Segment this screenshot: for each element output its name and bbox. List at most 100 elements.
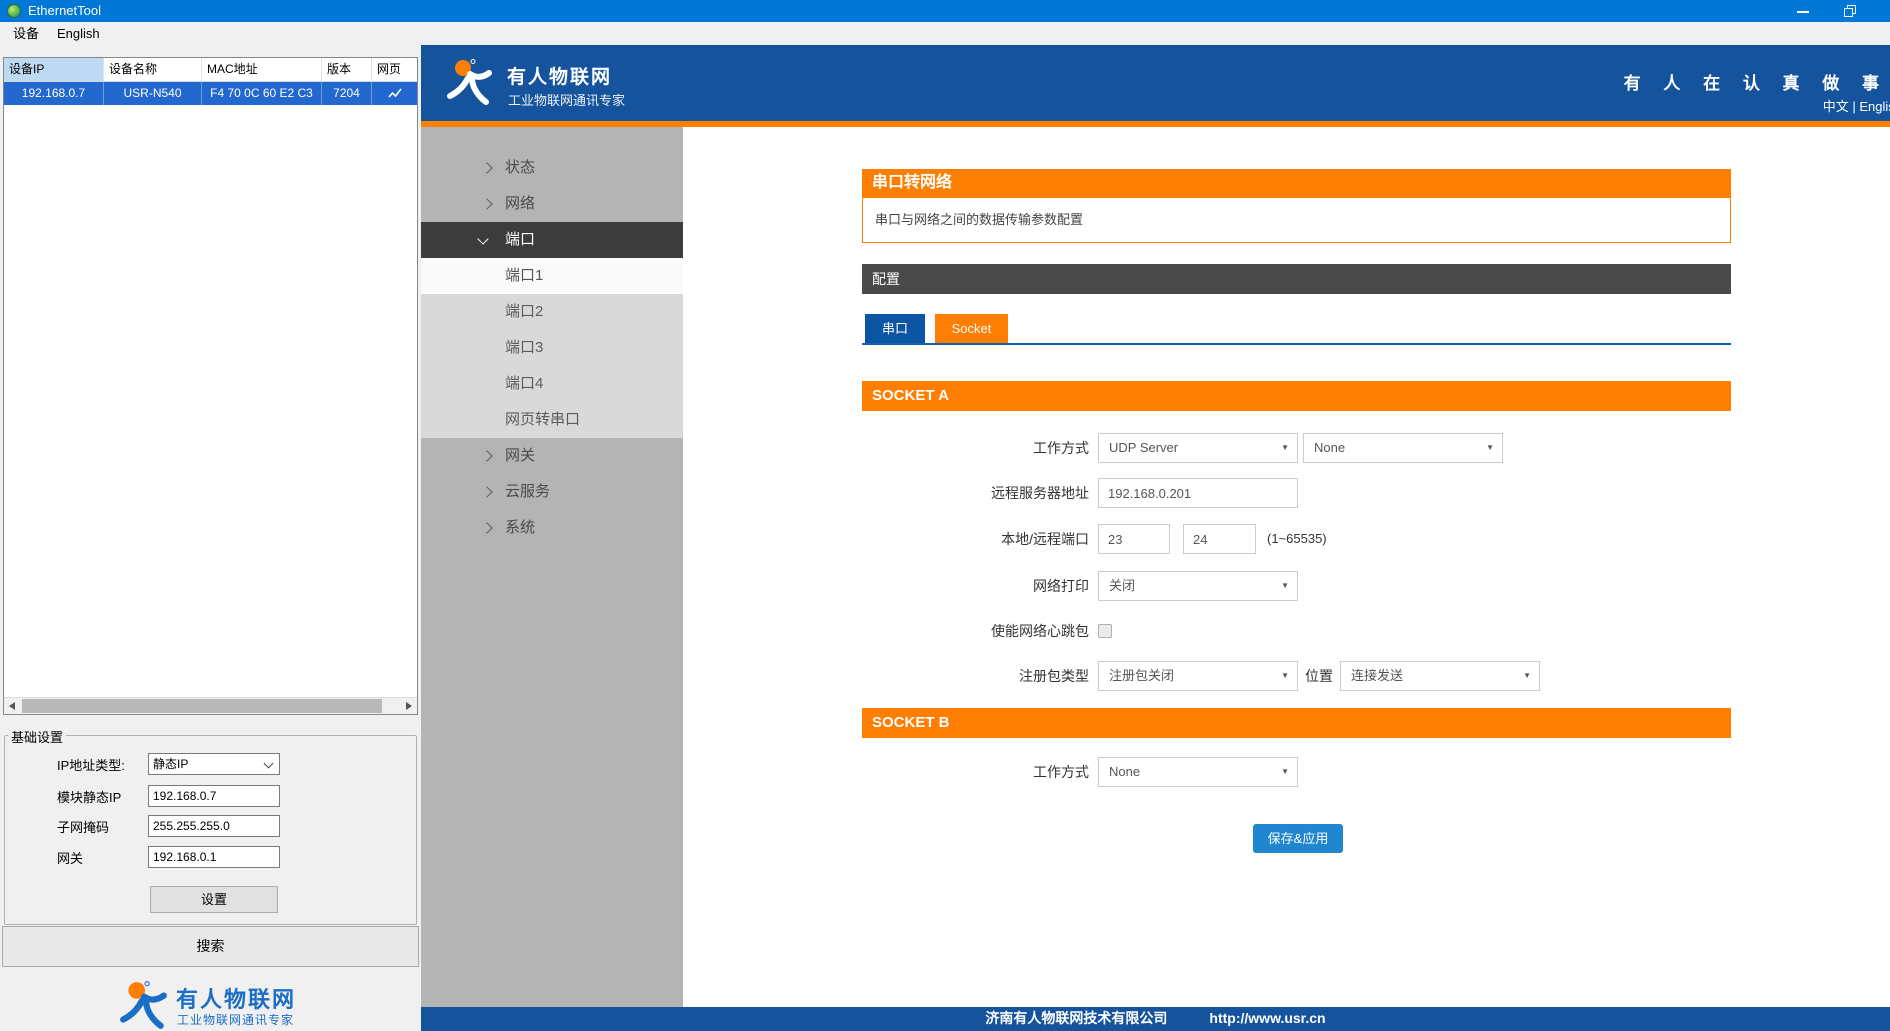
gateway-field[interactable] — [153, 847, 279, 867]
usr-figure-icon — [120, 981, 167, 1029]
save-apply-button[interactable]: 保存&应用 — [1253, 824, 1343, 853]
socket-a-header: SOCKET A — [862, 381, 1731, 411]
net-print-select[interactable]: 关闭 ▼ — [1098, 571, 1298, 601]
remote-addr-field[interactable] — [1098, 478, 1298, 508]
table-horizontal-scrollbar[interactable] — [4, 697, 417, 714]
menu-item-device[interactable]: 设备 — [4, 22, 48, 45]
window-title: EthernetTool — [28, 3, 101, 18]
menu-item-english[interactable]: English — [48, 22, 109, 45]
nav-item-port[interactable]: 端口 — [421, 222, 683, 258]
dropdown-arrow-icon: ▼ — [1281, 581, 1289, 590]
tab-serial[interactable]: 串口 — [865, 314, 925, 343]
column-header-version[interactable]: 版本 — [322, 58, 372, 81]
heartbeat-checkbox[interactable] — [1098, 624, 1112, 638]
nav-item-web-to-serial[interactable]: 网页转串口 — [421, 402, 683, 438]
column-header-webpage[interactable]: 网页 — [372, 58, 417, 81]
nav-item-network[interactable]: 网络 — [421, 186, 683, 222]
page-description: 串口与网络之间的数据传输参数配置 — [862, 197, 1731, 243]
cell-device-ip: 192.168.0.7 — [4, 82, 104, 105]
socket-b-header: SOCKET B — [862, 708, 1731, 738]
basic-settings-title: 基础设置 — [8, 727, 67, 746]
nav-item-port4[interactable]: 端口4 — [421, 366, 683, 402]
chevron-down-icon — [477, 233, 489, 245]
heartbeat-label: 使能网络心跳包 — [991, 623, 1089, 639]
usr-figure-icon-white — [447, 59, 492, 105]
set-button[interactable]: 设置 — [150, 886, 278, 913]
chevron-down-icon — [263, 758, 274, 769]
app-icon — [7, 4, 21, 18]
subnet-mask-field[interactable] — [153, 816, 279, 836]
web-portal: 有人物联网 工业物联网通讯专家 有 人 在 认 真 做 事 中文 | Engli… — [421, 45, 1890, 1031]
content-area: 串口转网络 串口与网络之间的数据传输参数配置 配置 串口 Socket SOCK… — [683, 127, 1890, 1007]
gateway-label: 网关 — [57, 851, 84, 866]
nav-item-system[interactable]: 系统 — [421, 510, 683, 546]
port-range-hint: (1~65535) — [1267, 531, 1327, 546]
footer-company: 济南有人物联网技术有限公司 — [985, 1010, 1168, 1026]
remote-port-field[interactable] — [1183, 524, 1256, 554]
work-mode-b-select[interactable]: None ▼ — [1098, 757, 1298, 787]
sidebar-nav: 状态 网络 端口 端口1 端口2 端口3 端口4 网页转串口 网关 云服务 系统 — [421, 127, 683, 1007]
chevron-right-icon — [481, 162, 493, 174]
web-link-icon — [387, 88, 402, 98]
reg-type-select[interactable]: 注册包关闭 ▼ — [1098, 661, 1298, 691]
brand-name: 有人物联网 — [507, 67, 613, 88]
portal-header: 有人物联网 工业物联网通讯专家 有 人 在 认 真 做 事 中文 | Engli… — [421, 45, 1890, 121]
local-port-field[interactable] — [1098, 524, 1170, 554]
ports-label: 本地/远程端口 — [1001, 531, 1089, 547]
reg-type-label: 注册包类型 — [1019, 668, 1089, 684]
config-section-bar: 配置 — [862, 264, 1731, 294]
column-header-device-name[interactable]: 设备名称 — [104, 58, 202, 81]
nav-item-port3[interactable]: 端口3 — [421, 330, 683, 366]
nav-item-status[interactable]: 状态 — [421, 150, 683, 186]
cell-version: 7204 — [322, 82, 372, 105]
dropdown-arrow-icon: ▼ — [1281, 767, 1289, 776]
cell-webpage-link[interactable] — [372, 82, 417, 105]
footer-url[interactable]: http://www.usr.cn — [1209, 1010, 1325, 1026]
work-mode-label: 工作方式 — [1033, 440, 1089, 456]
chevron-right-icon — [481, 522, 493, 534]
tab-underline — [862, 343, 1731, 345]
minimize-button[interactable] — [1786, 0, 1820, 22]
scroll-left-icon[interactable] — [4, 698, 21, 714]
subnet-mask-label: 子网掩码 — [57, 820, 110, 835]
logo-tagline: 工业物联网通讯专家 — [177, 1013, 295, 1027]
device-table-header: 设备IP 设备名称 MAC地址 版本 网页 — [4, 58, 417, 82]
column-header-device-ip[interactable]: 设备IP — [4, 58, 104, 81]
usr-logo: 有人物联网 工业物联网通讯专家 — [118, 980, 378, 1030]
nav-item-port2[interactable]: 端口2 — [421, 294, 683, 330]
table-row[interactable]: 192.168.0.7 USR-N540 F4 70 0C 60 E2 C3 7… — [4, 82, 417, 105]
device-table: 设备IP 设备名称 MAC地址 版本 网页 192.168.0.7 USR-N5… — [3, 57, 418, 715]
slogan: 有 人 在 认 真 做 事 — [1623, 74, 1888, 93]
position-select[interactable]: 连接发送 ▼ — [1340, 661, 1540, 691]
brand-tagline: 工业物联网通讯专家 — [508, 93, 626, 108]
dropdown-arrow-icon: ▼ — [1523, 671, 1531, 680]
work-mode-extra-select[interactable]: None ▼ — [1303, 433, 1503, 463]
ip-type-select[interactable]: 静态IP — [148, 753, 280, 775]
tab-socket[interactable]: Socket — [935, 314, 1008, 343]
title-bar: EthernetTool — [0, 0, 1890, 22]
chevron-right-icon — [481, 198, 493, 210]
restore-button[interactable] — [1832, 0, 1866, 22]
work-mode-select[interactable]: UDP Server ▼ — [1098, 433, 1298, 463]
nav-item-port1[interactable]: 端口1 — [421, 258, 683, 294]
logo-name: 有人物联网 — [176, 987, 297, 1012]
scroll-right-icon[interactable] — [400, 698, 417, 714]
portal-body: 状态 网络 端口 端口1 端口2 端口3 端口4 网页转串口 网关 云服务 系统… — [421, 127, 1890, 1007]
dropdown-arrow-icon: ▼ — [1281, 671, 1289, 680]
chevron-right-icon — [481, 486, 493, 498]
menu-bar: 设备 English — [0, 22, 1890, 45]
ip-type-value: 静态IP — [153, 757, 189, 771]
device-panel: 设备IP 设备名称 MAC地址 版本 网页 192.168.0.7 USR-N5… — [0, 45, 421, 1031]
nav-item-gateway[interactable]: 网关 — [421, 438, 683, 474]
static-ip-label: 模块静态IP — [57, 790, 122, 805]
search-button[interactable]: 搜索 — [2, 926, 419, 967]
nav-item-cloud[interactable]: 云服务 — [421, 474, 683, 510]
column-header-mac[interactable]: MAC地址 — [202, 58, 322, 81]
chevron-right-icon — [481, 450, 493, 462]
dropdown-arrow-icon: ▼ — [1281, 443, 1289, 452]
ip-type-label: IP地址类型: — [57, 758, 125, 773]
work-mode-b-label: 工作方式 — [1033, 764, 1089, 780]
language-switch[interactable]: 中文 | English — [1823, 96, 1890, 115]
scrollbar-thumb[interactable] — [22, 699, 382, 713]
static-ip-field[interactable] — [153, 786, 279, 806]
